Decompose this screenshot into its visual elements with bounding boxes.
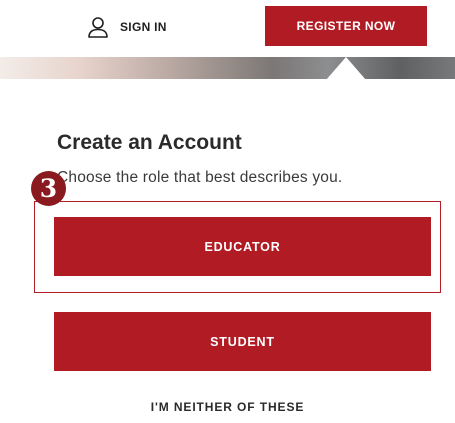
sign-in-link[interactable]: SIGN IN <box>86 10 167 44</box>
register-now-button[interactable]: REGISTER NOW <box>265 6 427 46</box>
sign-in-label: SIGN IN <box>120 20 167 34</box>
page-title: Create an Account <box>57 131 242 154</box>
user-icon <box>88 17 108 38</box>
active-tab-notch <box>326 57 366 80</box>
register-page: SIGN IN REGISTER NOW Create an Account C… <box>0 0 455 423</box>
page-subtitle: Choose the role that best describes you. <box>57 169 343 186</box>
step-number-badge: 3 <box>31 171 66 206</box>
neither-link[interactable]: I'M NEITHER OF THESE <box>0 400 455 414</box>
educator-button[interactable]: EDUCATOR <box>54 217 431 276</box>
student-button[interactable]: STUDENT <box>54 312 431 371</box>
